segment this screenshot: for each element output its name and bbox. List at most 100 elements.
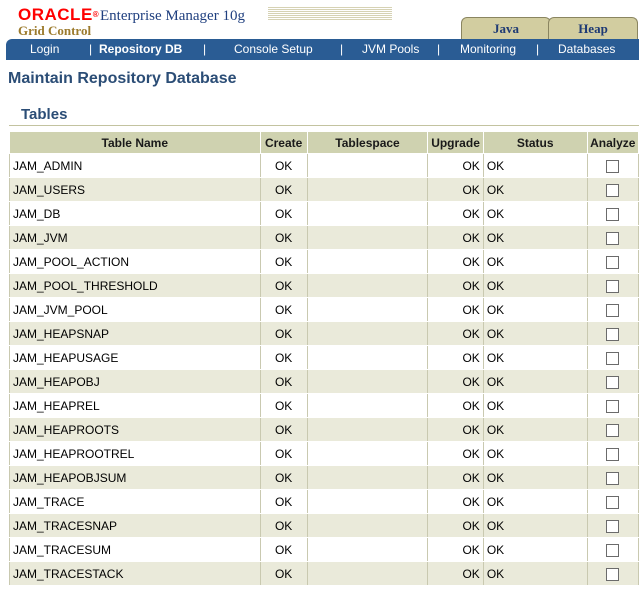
cell-status: OK	[482, 417, 588, 442]
cell-upgrade: OK	[427, 201, 484, 226]
cell-create: OK	[259, 153, 308, 178]
table-body: JAM_ADMIN OK OK OK JAM_USERS OK OK OK JAM_DB OK OK…	[9, 153, 639, 586]
nav-login[interactable]: Login	[30, 42, 59, 56]
cell-status: OK	[482, 561, 588, 586]
cell-upgrade: OK	[427, 225, 484, 250]
column-header-status[interactable]: Status	[482, 131, 588, 154]
analyze-checkbox[interactable]	[606, 303, 620, 317]
nav-console-setup[interactable]: Console Setup	[234, 42, 313, 56]
cell-status: OK	[482, 465, 588, 490]
cell-tablespace	[306, 201, 429, 226]
cell-table-name: JAM_HEAPSNAP	[9, 321, 261, 346]
analyze-checkbox[interactable]	[606, 471, 620, 485]
cell-table-name: JAM_HEAPROOTREL	[9, 441, 261, 466]
cell-analyze	[586, 489, 639, 514]
cell-upgrade: OK	[427, 249, 484, 274]
analyze-checkbox[interactable]	[606, 159, 620, 173]
cell-create: OK	[259, 249, 308, 274]
table-row: JAM_TRACESTACK OK OK OK	[9, 561, 639, 586]
oracle-brand: ORACLE®	[18, 5, 100, 24]
nav-monitoring[interactable]: Monitoring	[460, 42, 516, 56]
analyze-checkbox[interactable]	[606, 327, 620, 341]
table-row: JAM_USERS OK OK OK	[9, 177, 639, 202]
cell-analyze	[586, 177, 639, 202]
analyze-checkbox[interactable]	[606, 519, 620, 533]
section-divider	[9, 125, 639, 126]
cell-tablespace	[306, 561, 429, 586]
cell-analyze	[586, 273, 639, 298]
global-nav-bar: Login | Repository DB | Console Setup | …	[6, 39, 639, 60]
section-title-tables: Tables	[21, 106, 68, 123]
tab-heap[interactable]: Heap	[548, 17, 638, 39]
cell-upgrade: OK	[427, 489, 484, 514]
table-row: JAM_TRACE OK OK OK	[9, 489, 639, 514]
cell-analyze	[586, 441, 639, 466]
cell-create: OK	[259, 201, 308, 226]
analyze-checkbox[interactable]	[606, 207, 620, 221]
column-header-tablespace[interactable]: Tablespace	[306, 131, 429, 154]
cell-status: OK	[482, 297, 588, 322]
cell-status: OK	[482, 273, 588, 298]
column-header-create[interactable]: Create	[259, 131, 308, 154]
cell-status: OK	[482, 153, 588, 178]
analyze-checkbox[interactable]	[606, 567, 620, 581]
cell-upgrade: OK	[427, 321, 484, 346]
cell-status: OK	[482, 369, 588, 394]
analyze-checkbox[interactable]	[606, 543, 620, 557]
cell-create: OK	[259, 369, 308, 394]
table-row: JAM_JVM_POOL OK OK OK	[9, 297, 639, 322]
analyze-checkbox[interactable]	[606, 447, 620, 461]
table-row: JAM_HEAPROOTS OK OK OK	[9, 417, 639, 442]
cell-create: OK	[259, 321, 308, 346]
cell-table-name: JAM_HEAPREL	[9, 393, 261, 418]
cell-table-name: JAM_TRACE	[9, 489, 261, 514]
cell-status: OK	[482, 393, 588, 418]
cell-create: OK	[259, 561, 308, 586]
cell-upgrade: OK	[427, 153, 484, 178]
cell-analyze	[586, 249, 639, 274]
analyze-checkbox[interactable]	[606, 231, 620, 245]
nav-jvm-pools[interactable]: JVM Pools	[362, 42, 419, 56]
nav-databases[interactable]: Databases	[558, 42, 615, 56]
cell-tablespace	[306, 297, 429, 322]
cell-analyze	[586, 297, 639, 322]
cell-upgrade: OK	[427, 177, 484, 202]
cell-status: OK	[482, 225, 588, 250]
tables-grid: Table Name Create Tablespace Upgrade Sta…	[9, 131, 639, 586]
cell-tablespace	[306, 441, 429, 466]
analyze-checkbox[interactable]	[606, 255, 620, 269]
cell-create: OK	[259, 417, 308, 442]
column-header-upgrade[interactable]: Upgrade	[427, 131, 484, 154]
analyze-checkbox[interactable]	[606, 399, 620, 413]
cell-table-name: JAM_JVM	[9, 225, 261, 250]
cell-table-name: JAM_HEAPROOTS	[9, 417, 261, 442]
analyze-checkbox[interactable]	[606, 279, 620, 293]
cell-create: OK	[259, 465, 308, 490]
analyze-checkbox[interactable]	[606, 495, 620, 509]
header-stripes-decoration	[268, 7, 392, 21]
cell-create: OK	[259, 345, 308, 370]
cell-table-name: JAM_HEAPOBJSUM	[9, 465, 261, 490]
nav-repository-db[interactable]: Repository DB	[99, 42, 182, 56]
cell-status: OK	[482, 201, 588, 226]
column-header-table-name[interactable]: Table Name	[9, 131, 261, 154]
app-header: ORACLE® Enterprise Manager 10g Grid Cont…	[0, 0, 639, 40]
tab-java[interactable]: Java	[461, 17, 551, 39]
analyze-checkbox[interactable]	[606, 423, 620, 437]
table-row: JAM_DB OK OK OK	[9, 201, 639, 226]
subproduct-name: Grid Control	[18, 23, 92, 38]
cell-table-name: JAM_TRACESUM	[9, 537, 261, 562]
column-header-analyze[interactable]: Analyze	[586, 131, 639, 154]
analyze-checkbox[interactable]	[606, 375, 620, 389]
analyze-checkbox[interactable]	[606, 351, 620, 365]
cell-upgrade: OK	[427, 273, 484, 298]
cell-status: OK	[482, 441, 588, 466]
cell-tablespace	[306, 345, 429, 370]
table-row: JAM_HEAPREL OK OK OK	[9, 393, 639, 418]
nav-separator: |	[437, 42, 441, 56]
analyze-checkbox[interactable]	[606, 183, 620, 197]
cell-status: OK	[482, 537, 588, 562]
cell-analyze	[586, 345, 639, 370]
cell-analyze	[586, 465, 639, 490]
cell-create: OK	[259, 537, 308, 562]
